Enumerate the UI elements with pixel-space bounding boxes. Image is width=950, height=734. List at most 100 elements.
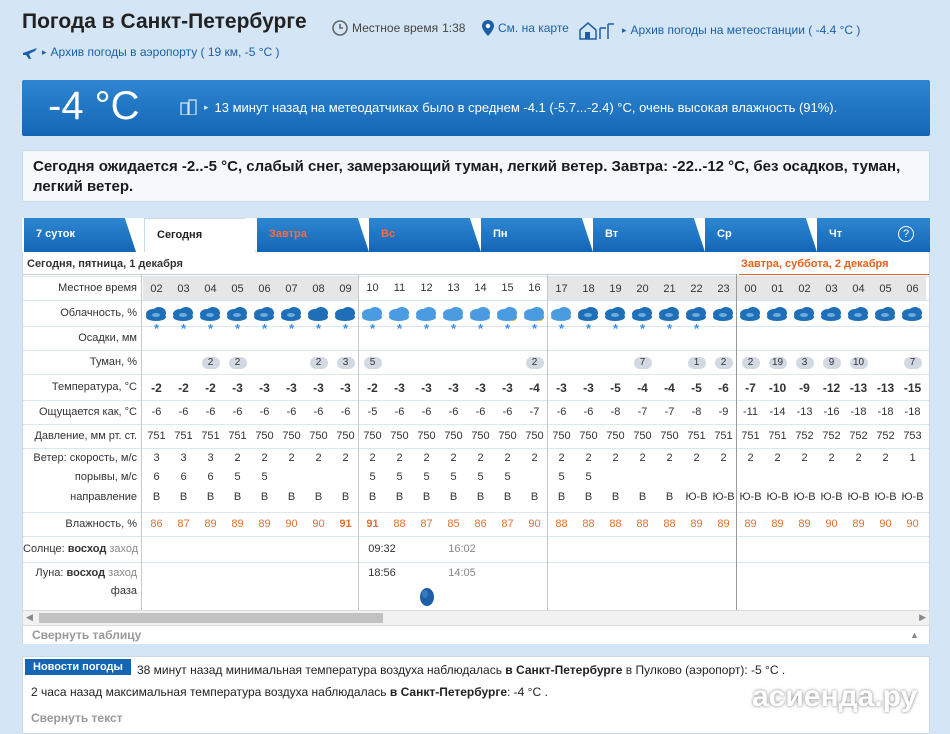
feels-like-row-cell: -6	[259, 406, 270, 418]
tab-sun[interactable]: Вс	[369, 218, 481, 252]
feels-like-row-cell: -9	[718, 406, 729, 418]
time-row-cell: 11	[393, 282, 406, 294]
snowflake-icon: *	[180, 321, 187, 336]
fog-row-cell: 7	[899, 356, 926, 369]
gusts-row-cell: 5	[396, 471, 403, 483]
scrollbar-thumb[interactable]	[39, 613, 383, 623]
tab-wed[interactable]: Ср	[705, 218, 817, 252]
humidity-row-cell: 87	[501, 518, 514, 530]
precip-row-cell: *	[332, 321, 359, 336]
wind-speed-row-cell: 2	[693, 452, 700, 464]
direction-row-cell: Ю-В	[820, 491, 843, 503]
humidity-row-cell: 89	[690, 518, 703, 530]
wind-speed-row-cell: 2	[396, 452, 403, 464]
moonset-time: 14:05	[448, 567, 476, 579]
table-horizontal-scrollbar[interactable]: ◀ ▶	[22, 610, 930, 626]
weather-station-icon	[579, 22, 614, 40]
map-link-text[interactable]: См. на карте	[498, 21, 569, 35]
local-time-label: Местное время	[352, 21, 439, 35]
humidity-row-cell: 86	[150, 518, 163, 530]
precip-row-label: Осадки, мм	[78, 332, 137, 344]
tab-tomorrow[interactable]: Завтра	[257, 218, 369, 252]
humidity-row-cell: 89	[798, 518, 811, 530]
pressure-row-cell: 750	[579, 430, 598, 442]
moon-prefix: Луна:	[35, 567, 64, 579]
time-row-cell: 03	[818, 277, 845, 301]
sunset-time: 16:02	[448, 543, 476, 555]
direction-row-cell: Ю-В	[712, 491, 735, 503]
news-city: в Санкт-Петербурге	[389, 685, 507, 699]
temperature-row-cell: -13	[849, 381, 868, 395]
humidity-row-cell: 89	[258, 518, 271, 530]
direction-row-cell: В	[395, 491, 404, 503]
temperature-row-cell: -5	[691, 381, 702, 395]
news-text: 2 часа назад максимальная температура во…	[31, 685, 387, 699]
feels-like-row-cells: -6 -6 -6 -6 -6 -6 -6 -6 -5 -6 -6 -6 -6 -6 -7 -6 -6 -8 -7 -7…	[143, 401, 929, 424]
cloud-icon	[740, 307, 760, 321]
archive-station-text[interactable]: Архив погоды на метеостанции ( -4.4 °C )	[631, 23, 861, 37]
collapse-arrow-icon[interactable]: ▲	[910, 630, 919, 640]
wind-speed-row-cell: 2	[423, 452, 430, 464]
collapse-table-button[interactable]: Свернуть таблицу	[32, 628, 141, 642]
cloud-icon	[794, 307, 814, 321]
pressure-row-cell: 751	[201, 430, 220, 442]
pressure-row-cell: 750	[336, 430, 355, 442]
gusts-row-cell: 5	[261, 471, 268, 483]
page-title: Погода в Санкт-Петербурге	[22, 10, 307, 33]
local-time: Местное время 1:38	[332, 20, 465, 36]
archive-station-link[interactable]: ▸ Архив погоды на метеостанции ( -4.4 °C…	[578, 20, 860, 40]
snowflake-icon: *	[369, 321, 376, 336]
direction-row-cell: Ю-В	[793, 491, 816, 503]
precip-row-cell: *	[656, 321, 683, 336]
scroll-left-icon[interactable]: ◀	[26, 612, 33, 623]
precip-row-cell: *	[224, 321, 251, 336]
fog-badge: 3	[336, 357, 355, 369]
map-link[interactable]: См. на карте	[482, 20, 569, 36]
moonrise-time: 18:56	[368, 567, 396, 579]
airplane-icon	[23, 48, 37, 59]
temperature-row-cell: -3	[502, 381, 513, 395]
humidity-row-cell: 90	[825, 518, 838, 530]
scroll-right-icon[interactable]: ▶	[919, 612, 926, 623]
direction-row-cell: В	[449, 491, 458, 503]
precip-row-cell: *	[629, 321, 656, 336]
time-row-cell: 15	[501, 282, 514, 294]
time-row-cell: 09	[332, 277, 359, 301]
temperature-row-cells: -2 -2 -2 -3 -3 -3 -3 -3 -2 -3 -3 -3 -3 -3 -4 -3 -3 -5 -4 -4…	[143, 375, 929, 400]
snowflake-icon: *	[585, 321, 592, 336]
direction-row-cell: В	[233, 491, 242, 503]
feels-like-row-cell: -6	[502, 406, 513, 418]
humidity-row-cell: 90	[879, 518, 892, 530]
direction-row: направление В В В В В В В В В В В В В В В В В В В В Ю-В Ю-В Ю-В…	[23, 488, 929, 508]
direction-row-cell: Ю-В	[685, 491, 708, 503]
snowflake-icon: *	[666, 321, 673, 336]
wind-speed-row-cell: 2	[720, 452, 727, 464]
feels-like-row-label: Ощущается как, °C	[38, 406, 137, 418]
archive-airport-link[interactable]: ▸ Архив погоды в аэропорту ( 19 км, -5 °…	[22, 44, 280, 60]
gusts-row-label: порывы, м/с	[74, 471, 137, 483]
evening-separator	[547, 274, 548, 610]
tab-mon[interactable]: Пн	[481, 218, 593, 252]
news-text: 38 минут назад минимальная температура в…	[137, 663, 502, 677]
tab-7-days[interactable]: 7 суток	[24, 218, 136, 252]
temperature-row-cell: -6	[718, 381, 729, 395]
feels-like-row-cell: -6	[340, 406, 351, 418]
fog-badge: 10	[849, 357, 868, 369]
help-icon[interactable]: ?	[898, 226, 914, 242]
fog-badge: 5	[363, 357, 382, 369]
temperature-row-cell: -3	[232, 381, 243, 395]
wind-speed-row-cell: 2	[531, 452, 538, 464]
feels-like-row-cell: -7	[664, 406, 675, 418]
archive-airport-text[interactable]: Архив погоды в аэропорту ( 19 км, -5 °C …	[51, 45, 280, 59]
feels-like-row-cell: -7	[637, 406, 648, 418]
direction-row-cell: Ю-В	[766, 491, 789, 503]
snowflake-icon: *	[693, 321, 700, 336]
sun-label: Солнце: восход заход	[23, 543, 141, 555]
collapse-text-button[interactable]: Свернуть текст	[31, 711, 123, 725]
fog-badge: 1	[687, 357, 706, 369]
time-row-cell: 05	[224, 277, 251, 301]
tab-today[interactable]: Сегодня	[144, 218, 256, 252]
temperature-row-cell: -2	[205, 381, 216, 395]
gusts-row-cell: 5	[450, 471, 457, 483]
tab-tue[interactable]: Вт	[593, 218, 705, 252]
